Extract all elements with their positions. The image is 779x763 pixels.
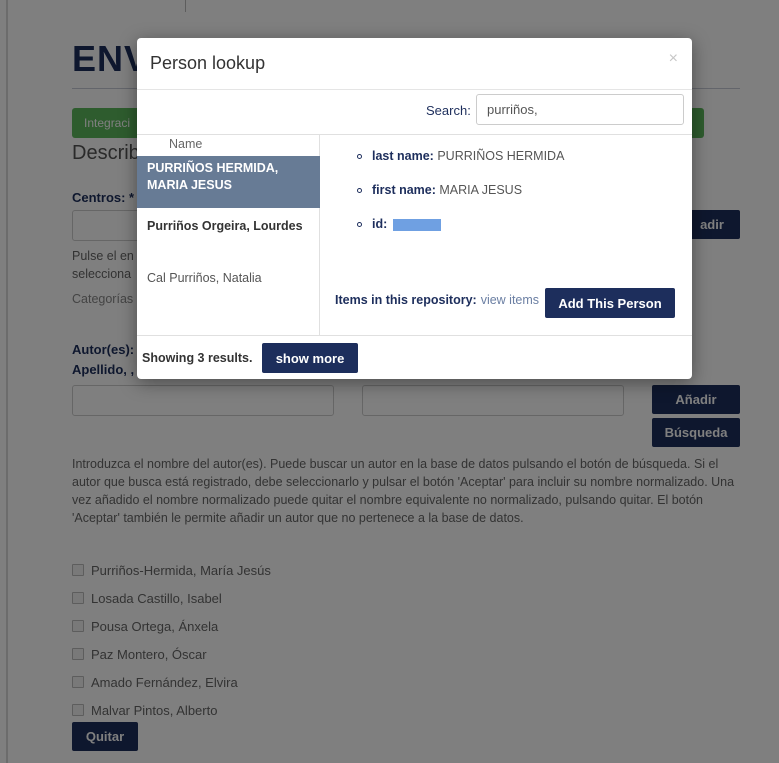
id-key: id: <box>372 217 388 231</box>
modal-footer: Showing 3 results. show more <box>137 335 692 379</box>
search-input[interactable] <box>476 94 684 125</box>
last-name-row: last name: PURRIÑOS HERMIDA <box>357 149 564 163</box>
search-label: Search: <box>426 103 471 118</box>
bullet-icon <box>357 154 362 160</box>
bullet-icon <box>357 188 362 194</box>
redacted-id <box>392 218 441 231</box>
show-more-button[interactable]: show more <box>262 343 358 373</box>
id-row: id: <box>357 217 441 231</box>
first-name-key: first name: <box>372 183 436 197</box>
name-column-header: Name <box>169 137 203 151</box>
repository-label: Items in this repository: <box>335 293 477 307</box>
view-items-link[interactable]: view items <box>481 293 539 307</box>
first-name-row: first name: MARIA JESUS <box>357 183 522 197</box>
add-this-person-button[interactable]: Add This Person <box>545 288 675 318</box>
result-item[interactable]: Cal Purriños, Natalia <box>137 266 320 292</box>
results-count: Showing 3 results. <box>142 351 253 365</box>
person-details: last name: PURRIÑOS HERMIDA first name: … <box>321 135 692 335</box>
modal-header: Person lookup × <box>137 38 692 90</box>
repository-line: Items in this repository: view items <box>335 293 539 307</box>
last-name-value: PURRIÑOS HERMIDA <box>437 149 565 163</box>
first-name-value: MARIA JESUS <box>439 183 523 197</box>
bullet-icon <box>357 222 362 228</box>
person-lookup-dialog: Person lookup × Search: Name PURRIÑOS HE… <box>137 38 692 379</box>
result-item[interactable]: PURRIÑOS HERMIDA, MARIA JESUS <box>137 156 320 208</box>
results-list: Name PURRIÑOS HERMIDA, MARIA JESUS Purri… <box>137 135 320 335</box>
last-name-key: last name: <box>372 149 434 163</box>
close-icon[interactable]: × <box>669 50 678 68</box>
modal-title: Person lookup <box>150 53 266 73</box>
result-item[interactable]: Purriños Orgeira, Lourdes <box>137 214 320 256</box>
